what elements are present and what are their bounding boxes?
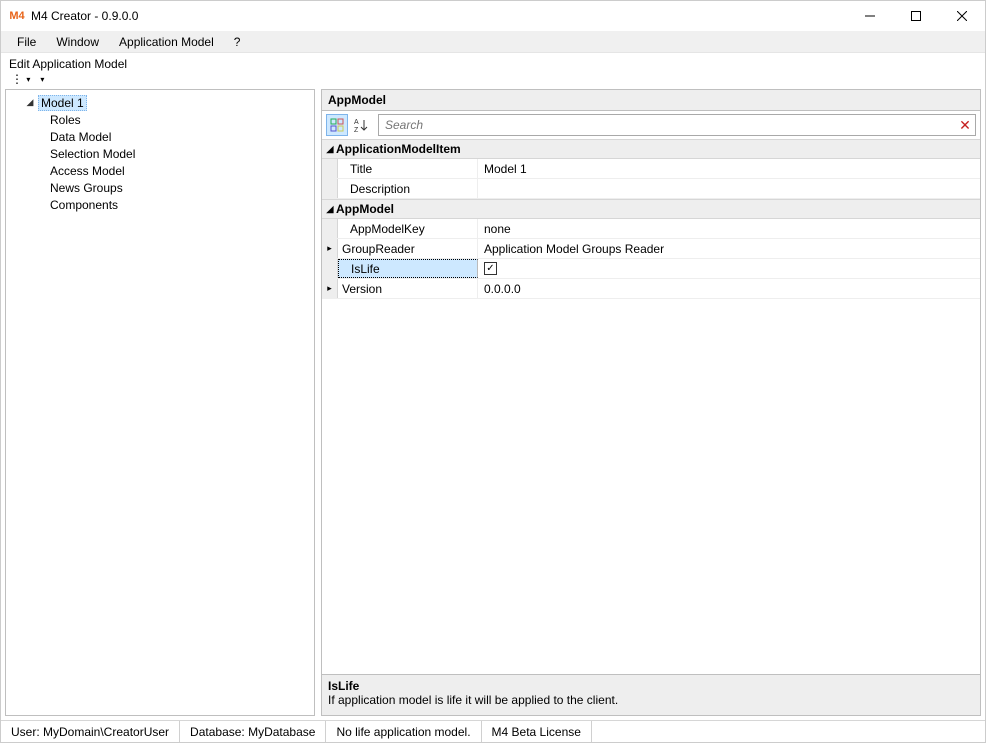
collapse-icon: ◢: [324, 144, 336, 155]
tree-toolbar: ⋮ ▾ ▾: [5, 71, 981, 89]
property-category-applicationmodelitem[interactable]: ◢ ApplicationModelItem: [322, 139, 980, 159]
status-database: Database: MyDatabase: [180, 721, 326, 742]
window-controls: [847, 1, 985, 31]
expand-cell[interactable]: ▸: [322, 279, 338, 298]
property-name: Version: [338, 279, 478, 298]
property-value[interactable]: Application Model Groups Reader: [478, 239, 980, 258]
help-title: IsLife: [328, 679, 974, 693]
titlebar: M4 M4 Creator - 0.9.0.0: [1, 1, 985, 31]
expand-cell: [322, 179, 338, 198]
tree-panel: ◢ Model 1 Roles Data Model Selection Mod…: [5, 89, 315, 716]
property-help: IsLife If application model is life it w…: [321, 675, 981, 716]
tree-item-access-model[interactable]: Access Model: [10, 162, 310, 179]
tree: ◢ Model 1 Roles Data Model Selection Mod…: [6, 90, 314, 217]
property-panel: AppModel A Z: [321, 89, 981, 716]
search-input[interactable]: [379, 116, 955, 134]
tree-item-selection-model[interactable]: Selection Model: [10, 145, 310, 162]
split-pane: ◢ Model 1 Roles Data Model Selection Mod…: [5, 89, 981, 716]
menu-help[interactable]: ?: [224, 33, 251, 51]
maximize-button[interactable]: [893, 1, 939, 31]
maximize-icon: [911, 11, 921, 21]
category-label: ApplicationModelItem: [336, 142, 461, 156]
collapse-icon[interactable]: ◢: [24, 97, 36, 108]
svg-text:Z: Z: [354, 127, 359, 132]
property-name: Description: [338, 179, 478, 198]
tree-item-roles[interactable]: Roles: [10, 111, 310, 128]
close-button[interactable]: [939, 1, 985, 31]
property-row-title[interactable]: Title Model 1: [322, 159, 980, 179]
tree-item-components[interactable]: Components: [10, 196, 310, 213]
tree-item-news-groups[interactable]: News Groups: [10, 179, 310, 196]
property-row-groupreader[interactable]: ▸ GroupReader Application Model Groups R…: [322, 239, 980, 259]
expand-cell: [322, 159, 338, 178]
tree-root-node[interactable]: ◢ Model 1: [10, 94, 310, 111]
status-user: User: MyDomain\CreatorUser: [1, 721, 180, 742]
clear-search-button[interactable]: ✕: [955, 115, 975, 135]
clear-icon: ✕: [959, 117, 971, 134]
help-text: If application model is life it will be …: [328, 693, 974, 707]
property-value[interactable]: ✓: [478, 259, 980, 278]
svg-text:A: A: [354, 119, 359, 126]
property-value[interactable]: 0.0.0.0: [478, 279, 980, 298]
property-category-appmodel[interactable]: ◢ AppModel: [322, 199, 980, 219]
tree-header: Edit Application Model: [5, 55, 981, 71]
property-value[interactable]: Model 1: [478, 159, 980, 178]
categorized-button[interactable]: [326, 114, 348, 136]
property-value[interactable]: [478, 179, 980, 198]
property-name: AppModelKey: [338, 219, 478, 238]
alphabetical-button[interactable]: A Z: [350, 114, 372, 136]
expand-cell: [322, 219, 338, 238]
tree-root-label: Model 1: [38, 95, 87, 111]
property-row-islife[interactable]: IsLife ✓: [322, 259, 980, 279]
menu-file[interactable]: File: [7, 33, 46, 51]
property-name: Title: [338, 159, 478, 178]
property-value[interactable]: none: [478, 219, 980, 238]
menu-application-model[interactable]: Application Model: [109, 33, 224, 51]
categorized-icon: [330, 118, 344, 132]
property-toolbar: A Z ✕: [321, 111, 981, 139]
window-title: M4 Creator - 0.9.0.0: [31, 9, 847, 23]
collapse-icon: ◢: [324, 204, 336, 215]
tree-menu-button[interactable]: ⋮ ▾: [9, 72, 32, 86]
status-life: No life application model.: [326, 721, 481, 742]
property-grid: ◢ ApplicationModelItem Title Model 1 Des…: [321, 139, 981, 675]
islife-checkbox[interactable]: ✓: [484, 262, 497, 275]
property-row-version[interactable]: ▸ Version 0.0.0.0: [322, 279, 980, 299]
property-name: IsLife: [338, 259, 478, 278]
property-name: GroupReader: [338, 239, 478, 258]
property-header: AppModel: [321, 89, 981, 111]
statusbar: User: MyDomain\CreatorUser Database: MyD…: [1, 720, 985, 742]
tree-item-data-model[interactable]: Data Model: [10, 128, 310, 145]
property-row-description[interactable]: Description: [322, 179, 980, 199]
expand-cell[interactable]: ▸: [322, 239, 338, 258]
property-search: ✕: [378, 114, 976, 136]
tree-dropdown-button[interactable]: ▾: [38, 75, 46, 84]
minimize-button[interactable]: [847, 1, 893, 31]
menubar: File Window Application Model ?: [1, 31, 985, 53]
status-license: M4 Beta License: [482, 721, 592, 742]
app-logo: M4: [9, 8, 25, 24]
property-row-appmodelkey[interactable]: AppModelKey none: [322, 219, 980, 239]
category-label: AppModel: [336, 202, 394, 216]
close-icon: [957, 11, 967, 21]
sort-az-icon: A Z: [354, 118, 368, 132]
client-area: Edit Application Model ⋮ ▾ ▾ ◢ Model 1 R…: [1, 53, 985, 720]
menu-window[interactable]: Window: [46, 33, 109, 51]
expand-cell: [322, 259, 338, 278]
minimize-icon: [865, 11, 875, 21]
